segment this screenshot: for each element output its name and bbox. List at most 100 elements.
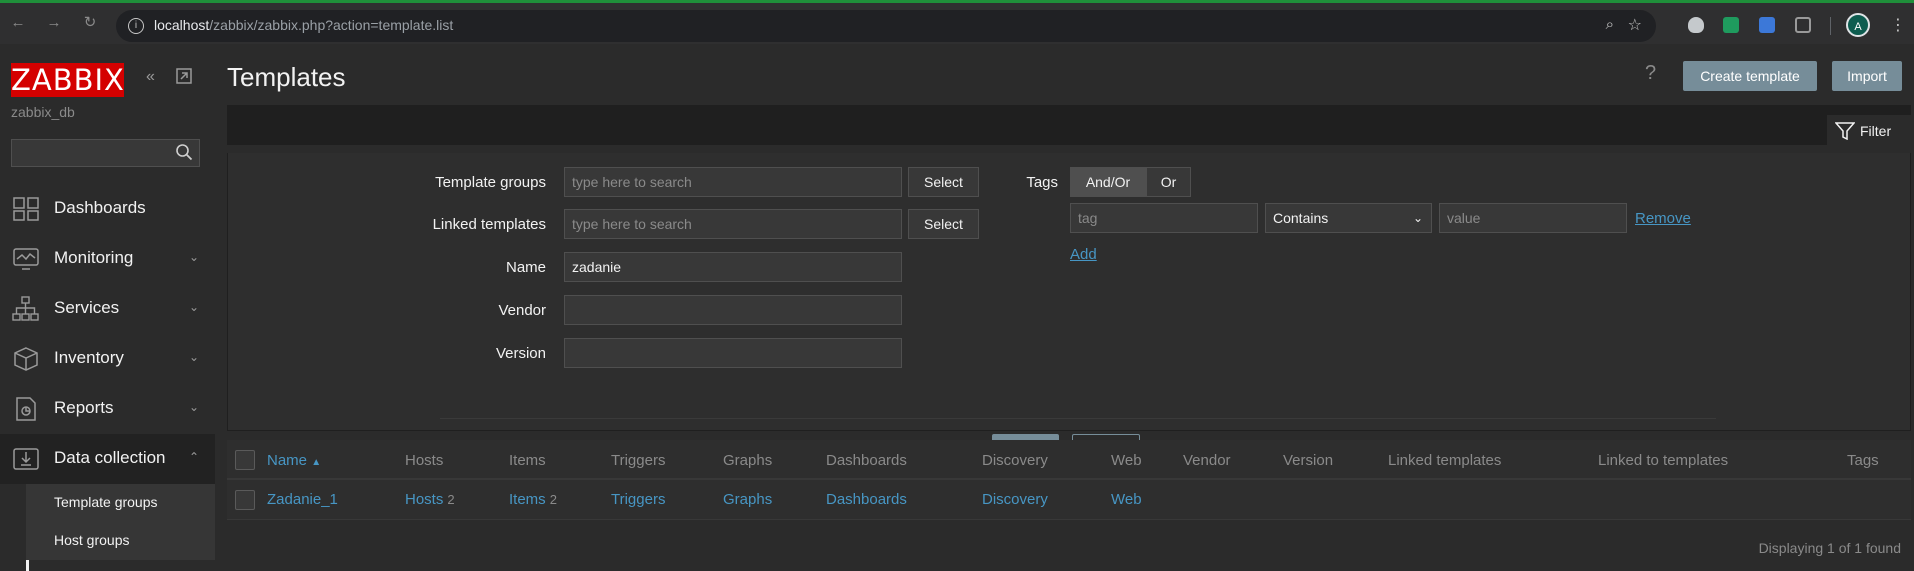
select-all-checkbox[interactable] (235, 450, 255, 470)
collapse-sidebar-icon[interactable]: « (146, 68, 155, 86)
bookmark-star-icon[interactable]: ☆ (1628, 15, 1642, 35)
filter-icon (1834, 122, 1856, 145)
profile-avatar[interactable]: A (1846, 13, 1870, 37)
tags-label: Tags (1026, 174, 1058, 191)
sidebar-item-label: Services (54, 298, 120, 317)
column-header-name[interactable]: Name ▲ (267, 452, 321, 469)
zabbix-logo[interactable]: ZABBIX (11, 63, 124, 97)
vendor-input[interactable] (564, 295, 902, 325)
column-header-items: Items (509, 452, 546, 469)
graphs-link[interactable]: Graphs (723, 491, 772, 508)
tag-input[interactable]: tag (1070, 203, 1258, 233)
vendor-label: Vendor (498, 302, 546, 319)
reload-icon[interactable]: ↻ (80, 13, 100, 33)
help-icon[interactable]: ? (1645, 62, 1656, 85)
filter-bar: Filter (227, 105, 1911, 149)
data-collection-icon (12, 446, 40, 472)
tag-value-input[interactable]: value (1439, 203, 1627, 233)
chevron-down-icon: ⌄ (188, 400, 199, 414)
import-button[interactable]: Import (1832, 61, 1902, 91)
column-header-version: Version (1283, 452, 1334, 469)
web-link[interactable]: Web (1111, 491, 1142, 508)
site-info-icon[interactable]: i (128, 18, 144, 34)
page-title: Templates (227, 62, 346, 92)
table-footer-count: Displaying 1 of 1 found (1758, 540, 1901, 556)
remove-tag-link[interactable]: Remove (1635, 210, 1691, 227)
toolbar-divider (1830, 17, 1831, 35)
column-header-discovery: Discovery (982, 452, 1048, 469)
server-name: zabbix_db (11, 104, 75, 120)
hosts-count: 2 (447, 492, 455, 507)
table-row: Zadanie_1 Hosts 2 Items 2 Triggers Graphs … (227, 480, 1911, 520)
back-icon[interactable]: ← (8, 13, 28, 33)
name-input[interactable]: zadanie (564, 252, 902, 282)
security-extension-icon[interactable] (1723, 17, 1739, 33)
sort-ascending-icon: ▲ (311, 457, 322, 468)
tags-andor-option[interactable]: And/Or (1070, 167, 1146, 197)
triggers-link[interactable]: Triggers (611, 491, 665, 508)
template-groups-input[interactable]: type here to search (564, 167, 902, 197)
browser-toolbar: ← → ↻ i localhost/zabbix/zabbix.php?acti… (0, 0, 1914, 44)
linked-templates-select-button[interactable]: Select (908, 209, 979, 239)
translate-extension-icon[interactable] (1759, 17, 1775, 33)
sidebar-item-label: Reports (54, 398, 114, 417)
discovery-link[interactable]: Discovery (982, 491, 1048, 508)
kiosk-mode-icon[interactable] (176, 68, 192, 89)
linked-templates-input[interactable]: type here to search (564, 209, 902, 239)
sidebar: ZABBIX « zabbix_db Dashboards Monitoring… (0, 44, 215, 571)
sidebar-search-input[interactable] (11, 139, 200, 167)
sidebar-item-data-collection[interactable]: Data collection ⌃ (0, 434, 215, 484)
forward-icon[interactable]: → (44, 13, 64, 33)
sidebar-item-label: Data collection (54, 448, 166, 467)
services-icon (12, 296, 40, 322)
template-groups-select-button[interactable]: Select (908, 167, 979, 197)
create-template-button[interactable]: Create template (1683, 61, 1817, 91)
row-checkbox[interactable] (235, 490, 255, 510)
chevron-up-icon: ⌃ (188, 450, 199, 464)
column-header-triggers: Triggers (611, 452, 666, 469)
chevron-down-icon: ⌄ (188, 250, 199, 264)
sidebar-item-label: Inventory (54, 348, 124, 367)
filter-tab-label: Filter (1860, 123, 1892, 139)
column-header-linked-to-templates: Linked to templates (1598, 452, 1729, 469)
add-tag-link[interactable]: Add (1070, 246, 1097, 263)
url-text: localhost/zabbix/zabbix.php?action=templ… (154, 17, 454, 33)
filter-tab[interactable]: Filter (1827, 115, 1911, 149)
linked-templates-label: Linked templates (432, 216, 546, 233)
items-count: 2 (549, 492, 557, 507)
sidebar-item-reports[interactable]: Reports ⌄ (0, 384, 215, 434)
sidebar-item-monitoring[interactable]: Monitoring ⌄ (0, 234, 215, 284)
submenu-item-template-groups[interactable]: Template groups (26, 484, 215, 522)
version-label: Version (495, 345, 546, 362)
column-header-vendor: Vendor (1183, 452, 1231, 469)
dashboards-link[interactable]: Dashboards (826, 491, 907, 508)
chevron-down-icon: ⌄ (1412, 211, 1423, 225)
column-header-hosts: Hosts (405, 452, 444, 469)
filter-divider (440, 418, 1716, 419)
column-header-web: Web (1111, 452, 1142, 469)
tags-or-option[interactable]: Or (1146, 167, 1191, 197)
template-name-link[interactable]: Zadanie_1 (267, 491, 338, 508)
sidebar-item-inventory[interactable]: Inventory ⌄ (0, 334, 215, 384)
sidebar-item-label: Monitoring (54, 248, 134, 267)
main-content: Templates ? Create template Import Filte… (215, 44, 1914, 571)
submenu-item-host-groups[interactable]: Host groups (26, 522, 215, 560)
items-link[interactable]: Items 2 (509, 491, 557, 508)
column-header-graphs: Graphs (723, 452, 773, 469)
hosts-link[interactable]: Hosts 2 (405, 491, 455, 508)
shield-extension-icon[interactable] (1688, 17, 1704, 33)
templates-table: Name ▲ Hosts Items Triggers Graphs Dashb… (227, 440, 1911, 570)
browser-menu-icon[interactable]: ⋮ (1890, 15, 1906, 35)
chevron-down-icon: ⌄ (188, 350, 199, 364)
address-bar[interactable]: i localhost/zabbix/zabbix.php?action=tem… (116, 10, 1656, 42)
version-input[interactable] (564, 338, 902, 368)
zoom-icon[interactable]: ⌕ (1606, 16, 1614, 33)
search-icon[interactable] (175, 143, 193, 161)
filter-panel: Template groups type here to search Sele… (227, 153, 1911, 464)
submenu-selection-bar (26, 560, 29, 571)
column-header-dashboards: Dashboards (826, 452, 907, 469)
tag-operator-select[interactable]: Contains ⌄ (1265, 203, 1432, 233)
sidebar-item-dashboards[interactable]: Dashboards (0, 184, 215, 234)
extensions-puzzle-icon[interactable] (1795, 17, 1811, 33)
sidebar-item-services[interactable]: Services ⌄ (0, 284, 215, 334)
